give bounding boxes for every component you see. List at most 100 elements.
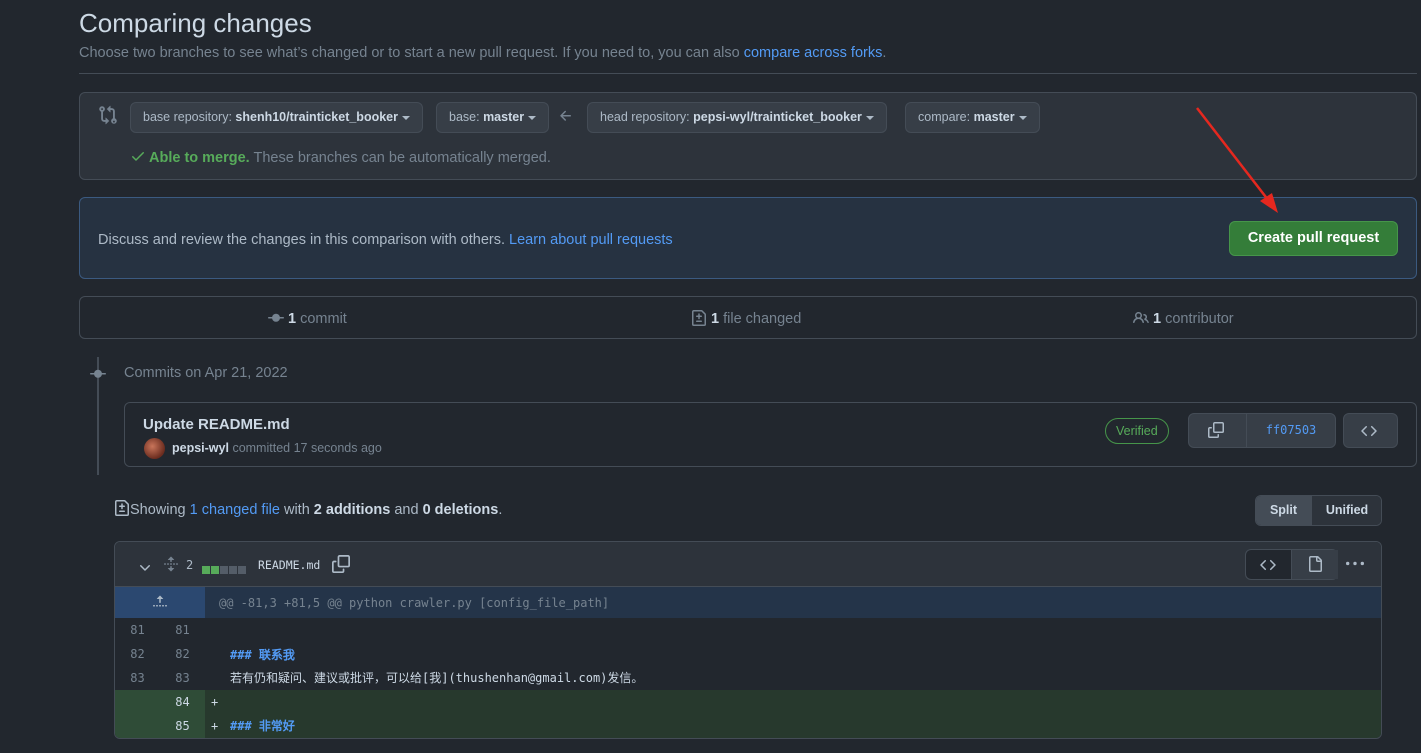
diff-line: 82 82 ### 联系我 [115,642,1381,666]
git-commit-icon [90,369,106,378]
diffstat-bar [202,561,247,577]
diff-summary: Showing 1 changed file with 2 additions … [114,500,502,518]
head-repository-select[interactable]: head repository: pepsi-wyl/trainticket_b… [587,102,887,133]
commits-stat[interactable]: 1 commit [268,310,347,327]
additions-count: 2 additions [313,502,391,518]
expand-up-button[interactable] [115,587,205,618]
copy-sha-button[interactable] [1189,414,1247,447]
diff-change-count: 2 [186,558,194,572]
source-diff-button[interactable] [1246,550,1292,579]
merge-detail-text: These branches can be automatically merg… [249,150,551,166]
old-line-number[interactable]: 83 [115,666,160,690]
code-text: ### 联系我 [230,648,295,662]
compare-across-forks-link[interactable]: compare across forks [744,45,883,61]
commit-meta: pepsi-wyl committed 17 seconds ago [172,441,382,455]
contributors-count: 1 [1153,311,1162,327]
compare-branch-select[interactable]: compare: master [905,102,1040,133]
hunk-header-text: @@ -81,3 +81,5 @@ python crawler.py [con… [219,596,610,610]
copy-icon [1208,422,1224,438]
caret-down-icon [401,115,410,120]
base-branch-value: master [483,110,525,124]
commit-time: committed 17 seconds ago [228,441,382,455]
contributors-label: contributor [1161,311,1234,327]
new-line-number[interactable]: 83 [160,666,205,690]
chevron-down-icon[interactable] [137,559,153,575]
discuss-text: Discuss and review the changes in this c… [98,232,673,248]
new-line-number[interactable]: 84 [160,690,205,714]
fold-up-icon [153,595,167,607]
new-line-number[interactable]: 82 [160,642,205,666]
unified-view-button[interactable]: Unified [1312,496,1381,525]
file-view-toggle [1245,549,1338,580]
diff-line-addition: 84 + [115,690,1381,714]
summary-prefix: Showing [130,502,190,518]
diffstat-neutral-block [220,566,228,574]
kebab-horizontal-icon[interactable] [1344,555,1366,573]
old-line-number[interactable]: 82 [115,642,160,666]
people-icon [1133,311,1149,324]
merge-status: Able to merge. These branches can be aut… [130,148,551,166]
summary-and: and [390,502,423,518]
head-repository-value: pepsi-wyl/trainticket_booker [693,110,862,124]
base-repository-value: shenh10/trainticket_booker [235,110,398,124]
annotation-arrow-icon [1196,107,1278,213]
file-icon [1309,556,1322,572]
arrow-left-icon [560,110,571,121]
base-repository-select[interactable]: base repository: shenh10/trainticket_boo… [130,102,423,133]
code-icon [1260,559,1276,571]
file-diff: 2 README.md @@ -81,3 +81,5 @@ python cra… [114,541,1382,739]
new-line-number[interactable]: 81 [160,618,205,642]
commits-label: commit [296,311,347,327]
deletions-count: 0 deletions [422,502,499,518]
code-icon [1361,425,1377,437]
commits-count: 1 [288,311,297,327]
base-branch-select[interactable]: base: master [436,102,550,133]
commit-sha-link[interactable]: ff07503 [1247,414,1335,447]
learn-pull-requests-link[interactable]: Learn about pull requests [509,232,673,248]
diff-line: 83 83 若有仍和疑问、建议或批评，可以给[我](thushenhan@gma… [115,666,1381,690]
create-pull-request-button[interactable]: Create pull request [1229,221,1398,256]
verified-badge[interactable]: Verified [1105,418,1169,444]
code-text: ### 非常好 [230,719,295,733]
diffstat-add-block [202,566,210,574]
file-diff-icon [692,310,706,326]
commit-author-link[interactable]: pepsi-wyl [172,441,229,455]
base-branch-label: base: [449,110,484,124]
file-name-link[interactable]: README.md [258,558,320,572]
copy-icon[interactable] [332,555,350,573]
diff-marker: + [211,719,219,733]
split-view-button[interactable]: Split [1256,496,1312,525]
header-divider [79,73,1417,74]
page-subtitle: Choose two branches to see what’s change… [79,45,886,61]
new-line-number[interactable]: 85 [160,714,205,738]
commit-title-link[interactable]: Update README.md [143,416,290,433]
caret-down-icon [1018,115,1027,120]
diff-line: 81 81 [115,618,1381,642]
base-repository-label: base repository: [143,110,236,124]
discuss-message: Discuss and review the changes in this c… [98,232,510,248]
summary-end: . [498,502,503,518]
subtitle-end: . [882,45,887,61]
git-compare-icon [99,105,117,125]
check-icon [132,152,144,161]
changed-files-link[interactable]: 1 changed file [190,502,280,518]
diffstat-add-block [211,566,219,574]
sha-button-group: ff07503 [1188,413,1336,448]
old-line-number[interactable]: 81 [115,618,160,642]
diffstat-neutral-block [229,566,237,574]
page-title: Comparing changes [79,8,312,38]
files-changed-stat[interactable]: 1 file changed [691,310,801,327]
avatar[interactable] [144,438,165,459]
rich-diff-button[interactable] [1292,550,1338,579]
caret-down-icon [528,115,537,120]
files-count: 1 [711,311,720,327]
browse-repository-button[interactable] [1343,413,1398,448]
diff-view-toggle: Split Unified [1255,495,1382,526]
code-text: 若有仍和疑问、建议或批评，可以给[我](thushenhan@gmail.com… [230,671,644,685]
unfold-icon[interactable] [163,555,179,573]
files-label: file changed [719,311,802,327]
summary-with: with [279,502,314,518]
diff-line-addition: 85 + ### 非常好 [115,714,1381,738]
contributors-stat[interactable]: 1 contributor [1133,310,1234,327]
overall-summary: 1 commit 1 file changed 1 contributor [79,296,1417,339]
